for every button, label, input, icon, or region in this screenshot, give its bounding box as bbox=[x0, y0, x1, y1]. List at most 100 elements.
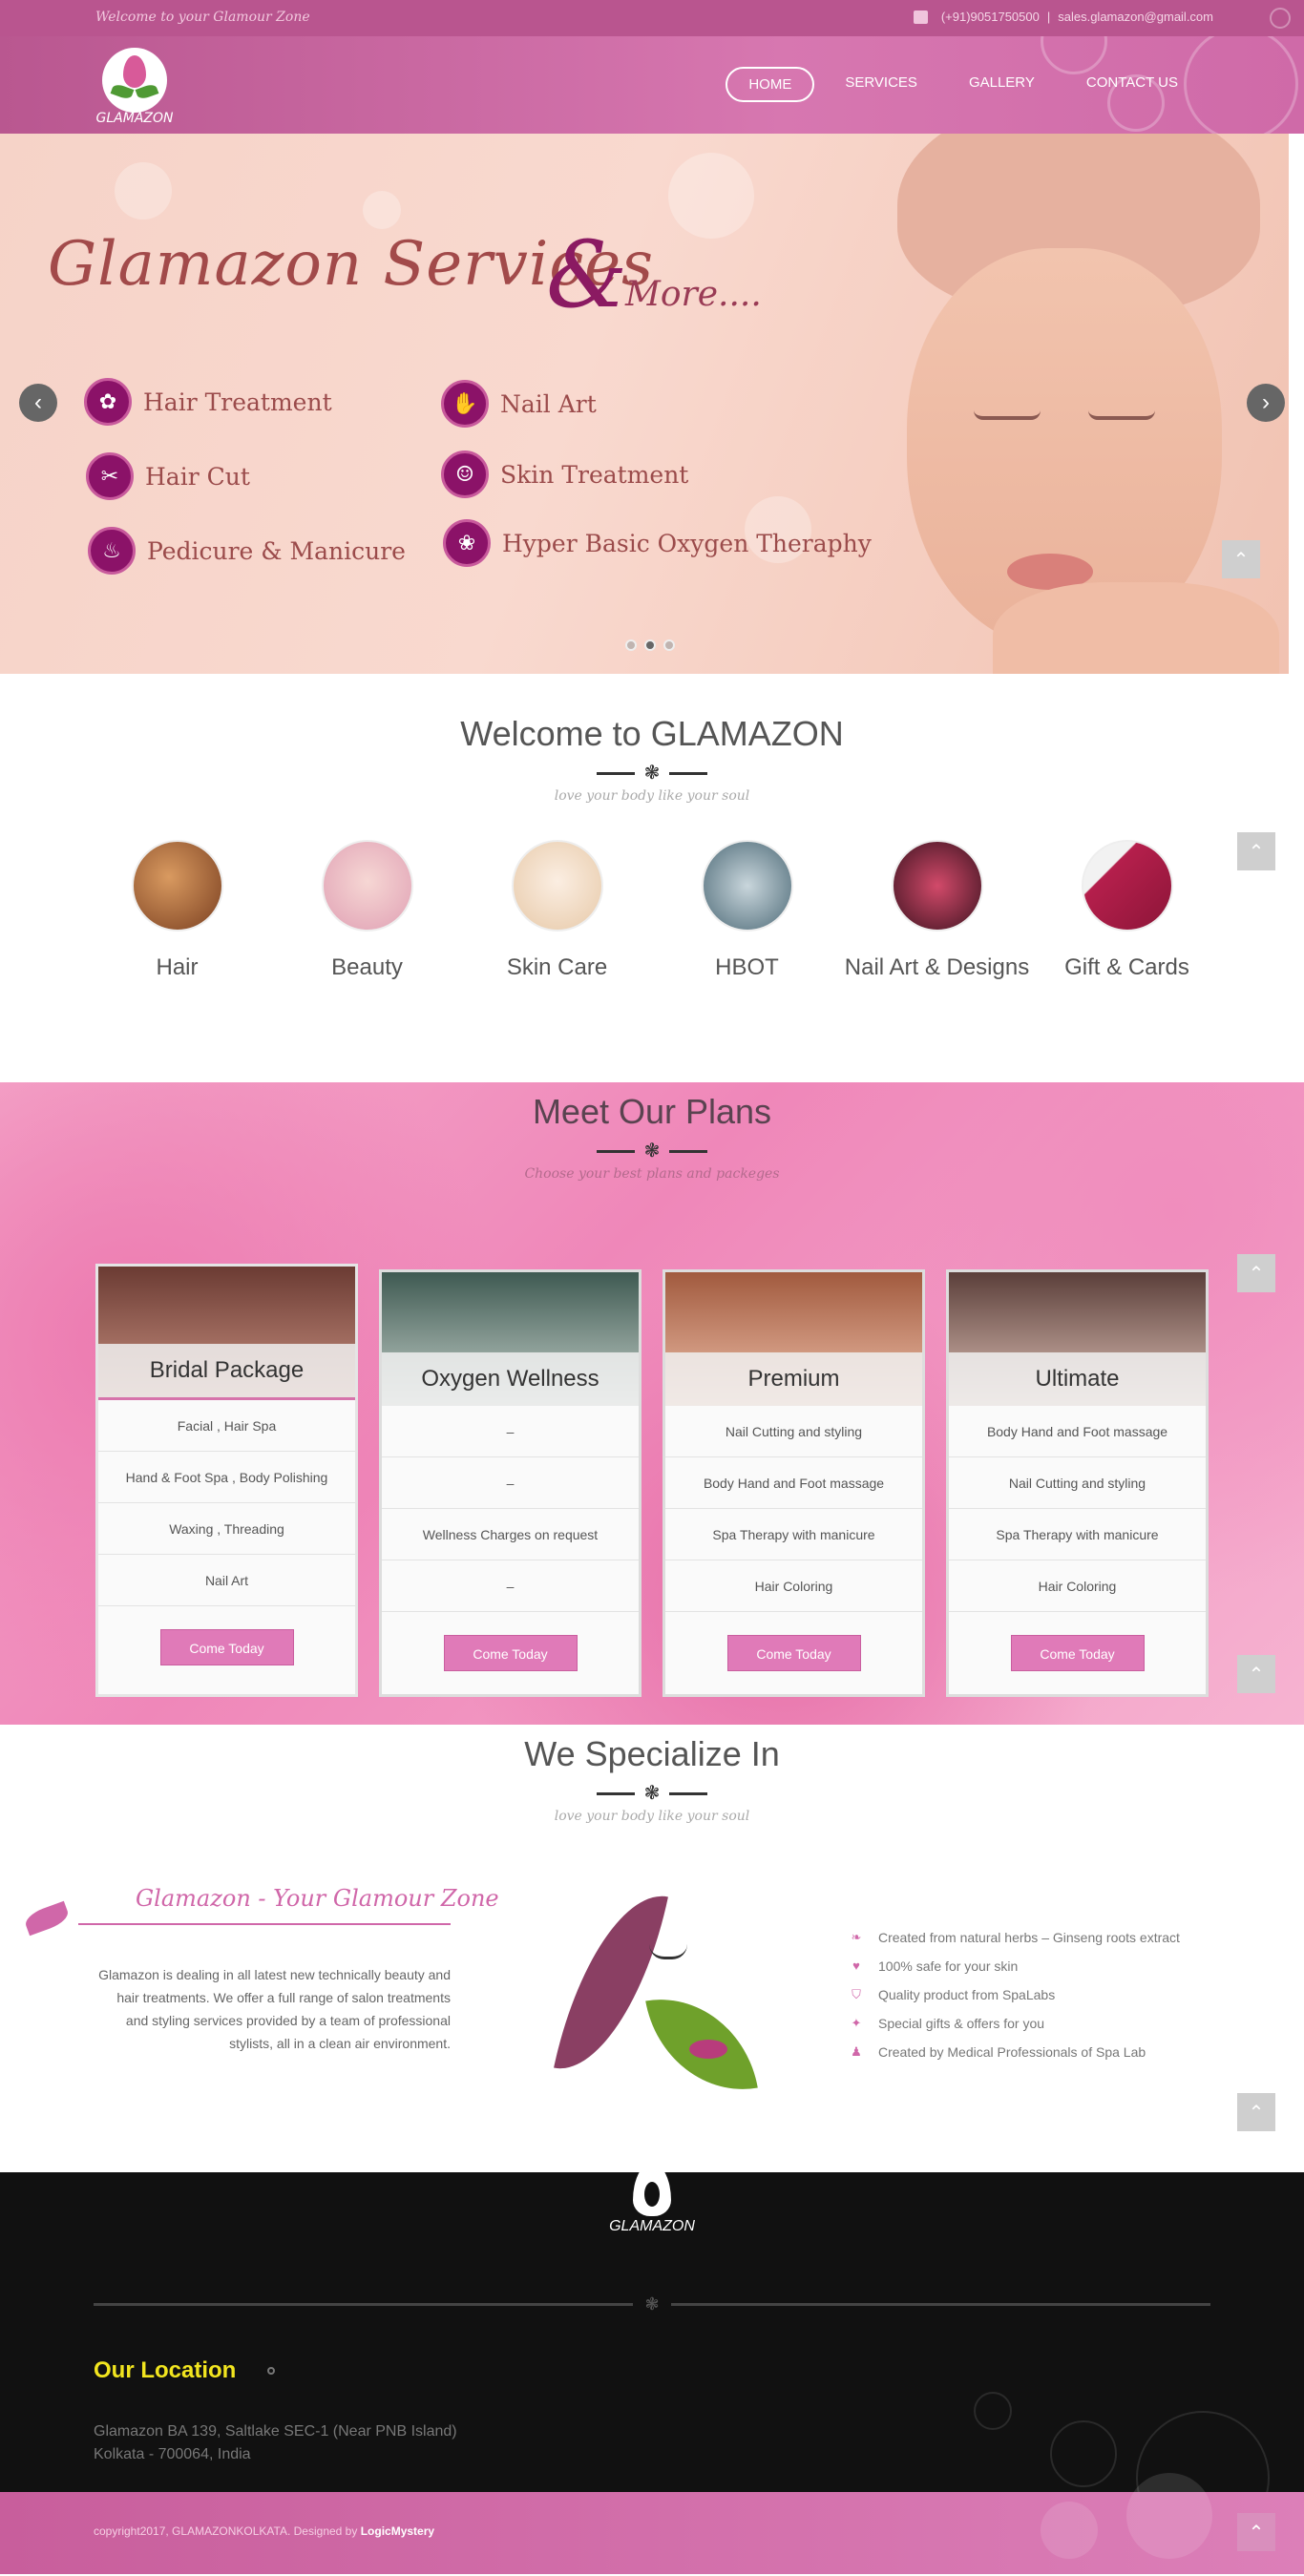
model-face-image bbox=[840, 134, 1289, 674]
service-hair-cut: ✂ Hair Cut bbox=[86, 452, 250, 500]
come-today-button[interactable]: Come Today bbox=[159, 1629, 294, 1665]
slider-dot[interactable] bbox=[663, 639, 675, 651]
feature-item: ♥ 100% safe for your skin bbox=[850, 1952, 1180, 1980]
section-divider: ❃ bbox=[0, 1141, 1304, 1161]
welcome-section: Welcome to GLAMAZON ❃ love your body lik… bbox=[0, 674, 1304, 1082]
category-hbot-image bbox=[701, 840, 793, 932]
feature-item: ⛉ Quality product from SpaLabs bbox=[850, 1980, 1180, 2009]
lotus-icon: ❀ bbox=[443, 519, 491, 567]
welcome-tagline: love your body like your soul bbox=[554, 788, 750, 804]
category-label: HBOT bbox=[715, 954, 779, 980]
come-today-button[interactable]: Come Today bbox=[726, 1635, 861, 1671]
slider-dot[interactable] bbox=[625, 639, 637, 651]
hero-more: More.... bbox=[625, 275, 762, 314]
plan-feature: Body Hand and Foot massage bbox=[949, 1406, 1206, 1457]
plan-feature: – bbox=[382, 1560, 639, 1612]
scroll-top-button[interactable]: ⌃ bbox=[1222, 540, 1260, 578]
category-skin-care[interactable]: Skin Care bbox=[462, 840, 652, 982]
email-link[interactable]: sales.glamazon@gmail.com bbox=[1058, 10, 1213, 24]
plan-card-bridal: Bridal Package Facial , Hair Spa Hand & … bbox=[95, 1264, 358, 1697]
scroll-top-button[interactable]: ⌃ bbox=[1237, 2093, 1275, 2131]
plan-feature: Body Hand and Foot massage bbox=[665, 1457, 922, 1509]
slider-dot-active[interactable] bbox=[644, 639, 656, 651]
phone-number[interactable]: (+91)9051750500 bbox=[941, 10, 1040, 24]
plan-feature: Nail Art bbox=[98, 1555, 355, 1606]
category-beauty-image bbox=[321, 840, 413, 932]
category-beauty[interactable]: Beauty bbox=[272, 840, 462, 982]
scroll-top-button[interactable]: ⌃ bbox=[1237, 832, 1275, 870]
decorative-circle bbox=[1184, 36, 1298, 134]
decorative-circle bbox=[1041, 2502, 1098, 2559]
plan-name: Ultimate bbox=[949, 1352, 1206, 1406]
decorative-circle bbox=[1050, 2420, 1117, 2487]
plan-feature: Nail Cutting and styling bbox=[665, 1406, 922, 1457]
plan-feature: Hair Coloring bbox=[949, 1560, 1206, 1612]
nail-art-icon: ✋ bbox=[441, 380, 489, 428]
plan-feature: Wellness Charges on request bbox=[382, 1509, 639, 1560]
top-bar: Welcome to your Glamour Zone (+91)905175… bbox=[0, 0, 1304, 36]
scroll-top-button[interactable]: ⌃ bbox=[1237, 2513, 1275, 2551]
bokeh-dot bbox=[363, 191, 401, 229]
scroll-top-button[interactable]: ⌃ bbox=[1237, 1655, 1275, 1693]
footer-logo[interactable]: GLAMAZON bbox=[609, 2163, 695, 2235]
slider-prev-button[interactable]: ‹ bbox=[19, 384, 57, 422]
come-today-button[interactable]: Come Today bbox=[443, 1635, 578, 1671]
decorative-circle bbox=[974, 2392, 1012, 2430]
plan-card-premium: Premium Nail Cutting and styling Body Ha… bbox=[663, 1269, 925, 1697]
plans-tagline: Choose your best plans and packeges bbox=[524, 1166, 780, 1182]
plan-card-oxygen: Oxygen Wellness – – Wellness Charges on … bbox=[379, 1269, 641, 1697]
doctor-icon: ♟ bbox=[851, 2044, 862, 2059]
nav-services[interactable]: SERVICES bbox=[824, 67, 938, 102]
category-label: Skin Care bbox=[506, 954, 608, 980]
gift-icon: ✦ bbox=[851, 2016, 862, 2030]
face-icon: ☺ bbox=[441, 450, 489, 498]
main-nav: HOME SERVICES GALLERY CONTACT US bbox=[726, 67, 1199, 102]
plan-feature: Facial , Hair Spa bbox=[98, 1400, 355, 1452]
category-nail-art[interactable]: Nail Art & Designs bbox=[842, 840, 1032, 982]
come-today-button[interactable]: Come Today bbox=[1010, 1635, 1145, 1671]
category-gift-cards-image bbox=[1081, 840, 1173, 932]
slider-next-button[interactable]: › bbox=[1247, 384, 1285, 422]
decorative-bubble bbox=[1270, 8, 1291, 29]
decorative-circle bbox=[1126, 2473, 1212, 2559]
scroll-top-button[interactable]: ⌃ bbox=[1237, 1254, 1275, 1292]
category-label: Gift & Cards bbox=[1064, 954, 1189, 980]
main-header: GLAMAZON HOME SERVICES GALLERY CONTACT U… bbox=[0, 36, 1304, 134]
designer-link[interactable]: LogicMystery bbox=[361, 2524, 434, 2538]
site-logo[interactable]: GLAMAZON bbox=[94, 48, 176, 126]
plans-title: Meet Our Plans bbox=[532, 1092, 772, 1131]
brand-rule bbox=[78, 1923, 451, 1925]
section-divider: ❃ bbox=[0, 1784, 1304, 1803]
category-hair[interactable]: Hair bbox=[82, 840, 272, 982]
nav-contact[interactable]: CONTACT US bbox=[1065, 67, 1199, 102]
footer-divider: ❃ bbox=[94, 2294, 1210, 2314]
flower-divider-icon: ❃ bbox=[643, 1783, 661, 1804]
plan-feature: – bbox=[382, 1406, 639, 1457]
plan-feature: – bbox=[382, 1457, 639, 1509]
feature-item: ✦ Special gifts & offers for you bbox=[851, 2016, 1045, 2031]
service-oxygen: ❀ Hyper Basic Oxygen Theraphy bbox=[443, 519, 872, 567]
logo-text: GLAMAZON bbox=[95, 111, 174, 126]
footer: GLAMAZON ❃ Our Location Glamazon BA 139,… bbox=[0, 2163, 1304, 2545]
phone-icon bbox=[913, 10, 928, 24]
flower-divider-icon: ❃ bbox=[643, 763, 661, 784]
category-label: Beauty bbox=[331, 954, 403, 980]
category-skin-care-image bbox=[511, 840, 603, 932]
plans-section: Meet Our Plans ❃ Choose your best plans … bbox=[0, 1082, 1304, 1725]
service-pedicure: ♨ Pedicure & Manicure bbox=[88, 527, 406, 575]
nav-gallery[interactable]: GALLERY bbox=[948, 67, 1056, 102]
plan-image: Oxygen Wellness bbox=[382, 1272, 639, 1406]
leaf-icon: ❧ bbox=[851, 1930, 862, 1944]
plan-cards: Bridal Package Facial , Hair Spa Hand & … bbox=[95, 1264, 1209, 1697]
specialize-section: We Specialize In ❃ love your body like y… bbox=[0, 1725, 1304, 2172]
plan-feature: Waxing , Threading bbox=[98, 1503, 355, 1555]
plan-image: Bridal Package bbox=[98, 1267, 355, 1400]
flower-divider-icon: ❃ bbox=[643, 1141, 661, 1162]
section-divider: ❃ bbox=[0, 764, 1304, 783]
lotus-logo-icon bbox=[102, 48, 167, 113]
service-skin-treatment: ☺ Skin Treatment bbox=[441, 450, 688, 498]
nav-home[interactable]: HOME bbox=[726, 67, 815, 102]
category-gift-cards[interactable]: Gift & Cards bbox=[1032, 840, 1222, 982]
category-hbot[interactable]: HBOT bbox=[652, 840, 842, 982]
plan-name: Premium bbox=[665, 1352, 922, 1406]
